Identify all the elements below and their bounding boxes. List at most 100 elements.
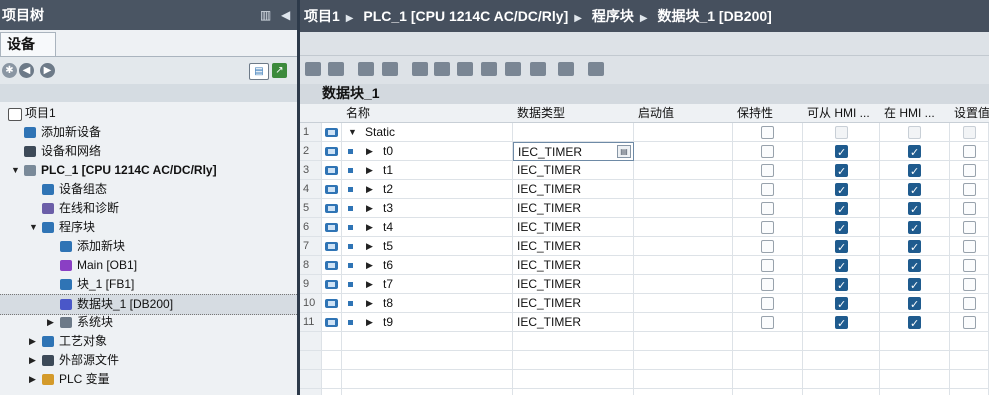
- table-row[interactable]: 7 ▶ t5 IEC_TIMER: [300, 237, 989, 256]
- retain-checkbox[interactable]: [761, 278, 774, 291]
- hmi-access-cell[interactable]: [803, 142, 880, 161]
- hmi-visible-checkbox[interactable]: [908, 201, 921, 217]
- hmi-access-checkbox[interactable]: [835, 296, 848, 312]
- name-cell[interactable]: ▶ t5: [342, 237, 513, 256]
- start-value-cell[interactable]: [634, 142, 733, 161]
- hmi-visible-checkbox[interactable]: [908, 144, 921, 160]
- hmi-access-checkbox[interactable]: [835, 277, 848, 293]
- expand-icon[interactable]: ▶: [366, 294, 373, 312]
- expand-icon[interactable]: ▶: [29, 370, 36, 389]
- retain-checkbox[interactable]: [761, 297, 774, 310]
- hmi-access-cell[interactable]: [803, 237, 880, 256]
- setpoint-cell[interactable]: [950, 237, 989, 256]
- tree-item[interactable]: ▶ 工艺对象: [0, 332, 297, 351]
- data-type-cell[interactable]: IEC_TIMER: [513, 313, 634, 332]
- start-value-cell[interactable]: [634, 294, 733, 313]
- tree-item[interactable]: 块_1 [FB1]: [0, 275, 297, 294]
- hmi-access-checkbox[interactable]: [835, 239, 848, 255]
- hmi-visible-checkbox[interactable]: [908, 315, 921, 331]
- corner-header[interactable]: [300, 104, 347, 123]
- setpoint-checkbox[interactable]: [963, 145, 976, 158]
- retain-checkbox[interactable]: [761, 240, 774, 253]
- retain-checkbox[interactable]: [761, 221, 774, 234]
- tree-item[interactable]: ▶ PLC 变量: [0, 370, 297, 389]
- setpoint-checkbox[interactable]: [963, 316, 976, 329]
- expand-icon[interactable]: ▶: [366, 275, 373, 293]
- retain-checkbox[interactable]: [761, 316, 774, 329]
- retain-cell[interactable]: [733, 180, 803, 199]
- expand-icon[interactable]: ▶: [29, 332, 36, 351]
- retain-cell[interactable]: [733, 142, 803, 161]
- table-row[interactable]: 3 ▶ t1 IEC_TIMER: [300, 161, 989, 180]
- forward-icon[interactable]: ▶: [40, 63, 55, 78]
- table-row[interactable]: 9 ▶ t7 IEC_TIMER: [300, 275, 989, 294]
- retain-cell[interactable]: [733, 294, 803, 313]
- tree-item[interactable]: 添加新块: [0, 237, 297, 256]
- tree-item[interactable]: ▼ 程序块: [0, 218, 297, 237]
- tree-item[interactable]: ▶ 外部源文件: [0, 351, 297, 370]
- hmi-visible-cell[interactable]: [880, 161, 950, 180]
- column-header[interactable]: 保持性: [733, 104, 808, 123]
- setpoint-cell[interactable]: [950, 256, 989, 275]
- retain-checkbox[interactable]: [761, 202, 774, 215]
- hmi-visible-checkbox[interactable]: [908, 239, 921, 255]
- retain-cell[interactable]: [733, 123, 803, 142]
- retain-checkbox[interactable]: [761, 183, 774, 196]
- setpoint-cell[interactable]: [950, 161, 989, 180]
- retain-cell[interactable]: [733, 256, 803, 275]
- breadcrumb-item[interactable]: 项目1: [304, 8, 340, 24]
- collapse-icon[interactable]: ▼: [348, 123, 357, 141]
- toolbar-tool-icon[interactable]: [382, 62, 398, 76]
- hmi-access-checkbox[interactable]: [835, 144, 848, 160]
- start-value-cell[interactable]: [634, 199, 733, 218]
- hmi-visible-cell[interactable]: [880, 142, 950, 161]
- hmi-visible-checkbox[interactable]: [908, 163, 921, 179]
- setpoint-checkbox[interactable]: [963, 259, 976, 272]
- start-value-cell[interactable]: [634, 218, 733, 237]
- retain-cell[interactable]: [733, 199, 803, 218]
- name-cell[interactable]: ▶ t1: [342, 161, 513, 180]
- tree-item[interactable]: 项目1: [0, 104, 297, 123]
- toolbar-tool-icon[interactable]: [558, 62, 574, 76]
- tree-item[interactable]: 设备和网络: [0, 142, 297, 161]
- setpoint-checkbox[interactable]: [963, 278, 976, 291]
- tree-item[interactable]: Main [OB1]: [0, 256, 297, 275]
- expand-icon[interactable]: ▶: [29, 351, 36, 370]
- expand-icon[interactable]: ▶: [366, 218, 373, 236]
- setpoint-cell[interactable]: [950, 199, 989, 218]
- expand-icon[interactable]: ▶: [366, 161, 373, 179]
- toolbar-tool-icon[interactable]: [434, 62, 450, 76]
- hmi-access-cell[interactable]: [803, 218, 880, 237]
- name-cell[interactable]: ▼ Static: [342, 123, 513, 142]
- setpoint-checkbox[interactable]: [963, 221, 976, 234]
- data-type-cell[interactable]: IEC_TIMER: [513, 275, 634, 294]
- setpoint-checkbox[interactable]: [963, 202, 976, 215]
- column-header[interactable]: 名称: [342, 104, 518, 123]
- hmi-access-cell[interactable]: [803, 294, 880, 313]
- toolbar-tool-icon[interactable]: [481, 62, 497, 76]
- table-row[interactable]: 2 ▶ t0 IEC_TIMER ▤: [300, 142, 989, 161]
- start-value-cell[interactable]: [634, 180, 733, 199]
- setpoint-checkbox[interactable]: [963, 164, 976, 177]
- name-cell[interactable]: ▶ t4: [342, 218, 513, 237]
- toolbar-tool-icon[interactable]: [358, 62, 374, 76]
- name-cell[interactable]: ▶ t0: [342, 142, 513, 161]
- data-type-cell[interactable]: IEC_TIMER ▤: [513, 142, 634, 161]
- data-type-cell[interactable]: [513, 123, 634, 142]
- data-type-cell[interactable]: IEC_TIMER: [513, 237, 634, 256]
- setpoint-cell[interactable]: [950, 180, 989, 199]
- name-cell[interactable]: ▶ t6: [342, 256, 513, 275]
- data-type-cell[interactable]: IEC_TIMER: [513, 294, 634, 313]
- overview-icon[interactable]: ▤: [249, 63, 269, 80]
- hmi-visible-cell[interactable]: [880, 237, 950, 256]
- hmi-access-cell[interactable]: [803, 161, 880, 180]
- hmi-visible-cell[interactable]: [880, 294, 950, 313]
- hmi-access-cell[interactable]: [803, 256, 880, 275]
- hmi-access-checkbox[interactable]: [835, 163, 848, 179]
- retain-cell[interactable]: [733, 275, 803, 294]
- column-header[interactable]: 可从 HMI ...: [803, 104, 885, 123]
- hmi-access-checkbox[interactable]: [835, 182, 848, 198]
- expand-icon[interactable]: ▶: [366, 256, 373, 274]
- hmi-visible-checkbox[interactable]: [908, 126, 921, 139]
- setpoint-cell[interactable]: [950, 294, 989, 313]
